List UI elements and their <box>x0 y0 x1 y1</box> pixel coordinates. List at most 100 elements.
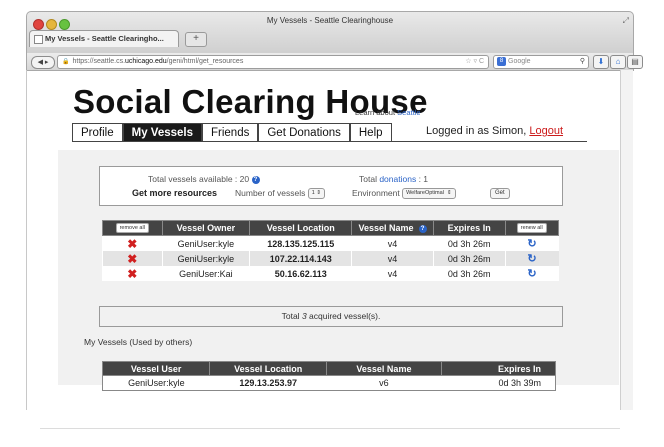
table-row: ✖ GeniUser:kyle 107.22.114.143 v4 0d 3h … <box>102 251 559 266</box>
google-icon[interactable]: 8 <box>497 57 506 66</box>
location-cell: 128.135.125.115 <box>249 235 352 251</box>
total-acquired: Total 3 acquired vessel(s). <box>99 306 563 327</box>
owner-header: Vessel Owner <box>161 220 251 236</box>
name-help-icon[interactable]: ? <box>418 224 427 233</box>
search-icon[interactable]: ⚲ <box>580 56 585 68</box>
expires-cell: 0d 3h 26m <box>432 266 505 281</box>
page-bottom-rule <box>40 428 620 429</box>
others-expires-header: Expires In <box>440 361 557 376</box>
user-header: Vessel User <box>101 361 211 376</box>
home-icon[interactable]: ⌂ <box>610 55 626 69</box>
remove-x-icon[interactable]: ✖ <box>127 237 137 251</box>
login-status: Logged in as Simon, Logout <box>426 125 563 137</box>
logout-link[interactable]: Logout <box>529 125 563 137</box>
owner-cell: GeniUser:kyle <box>161 235 250 251</box>
resource-summary: Total vessels available : 20 ? Total don… <box>99 166 563 206</box>
location-cell: 50.16.62.113 <box>249 266 352 281</box>
remove-cell: ✖ <box>102 251 163 266</box>
vessels-available: Total vessels available : 20 ? <box>148 174 260 184</box>
url-prefix: https://seattle.cs. <box>72 58 126 65</box>
new-tab-button[interactable]: + <box>185 32 207 47</box>
renew-cell: ↻ <box>504 251 559 266</box>
expires-header: Expires In <box>432 220 506 236</box>
remove-all-button[interactable]: remove all <box>115 223 149 234</box>
tab-friends[interactable]: Friends <box>202 123 259 142</box>
vessel-name-cell: v4 <box>351 266 434 281</box>
others-name-cell: v6 <box>379 378 389 388</box>
environment-select[interactable]: WelfareOptimal ⇕ <box>402 188 456 200</box>
scrollbar[interactable] <box>620 70 633 410</box>
tab-label: My Vessels - Seattle Clearingho... <box>45 34 164 43</box>
search-field[interactable]: 8 Google ⚲ <box>493 55 589 69</box>
url-path: /geni/html/get_resources <box>166 58 244 65</box>
total-prefix: Total <box>281 311 302 321</box>
total-donations: Total donations : 1 <box>359 174 428 184</box>
nav-divider <box>72 141 587 142</box>
remove-all-header: remove all <box>102 220 163 236</box>
renew-all-header: renew all <box>504 220 559 236</box>
download-icon[interactable]: ⬇ <box>593 55 609 69</box>
user-cell: GeniUser:kyle <box>128 378 185 388</box>
renew-icon[interactable]: ↻ <box>527 268 536 280</box>
others-location-header: Vessel Location <box>209 361 328 376</box>
navigation-toolbar: ◀ ▸ 🔒 https://seattle.cs.uchicago.edu/gen… <box>26 53 643 71</box>
owner-cell: GeniUser:kyle <box>161 251 250 266</box>
learn-about: Learn about Seattle <box>355 108 421 117</box>
renew-cell: ↻ <box>504 235 559 251</box>
url-host: uchicago.edu <box>125 58 167 65</box>
num-vessels-label: Number of vessels <box>235 188 306 198</box>
url-bar[interactable]: 🔒 https://seattle.cs.uchicago.edu/geni/ht… <box>57 55 489 69</box>
tab-help[interactable]: Help <box>349 123 392 142</box>
renew-all-button[interactable]: renew all <box>516 223 547 234</box>
renew-icon[interactable]: ↻ <box>527 238 536 250</box>
num-vessels-select[interactable]: 1 ⇕ <box>307 188 325 200</box>
expires-cell: 0d 3h 26m <box>432 235 505 251</box>
search-placeholder: Google <box>508 58 531 65</box>
remove-cell: ✖ <box>102 235 163 251</box>
others-location-cell: 129.13.253.97 <box>239 378 297 388</box>
get-more-resources-label: Get more resources <box>132 188 218 198</box>
tab-profile[interactable]: Profile <box>72 123 123 142</box>
environment: Environment WelfareOptimal ⇕ <box>352 188 456 200</box>
renew-icon[interactable]: ↻ <box>527 253 536 265</box>
browser-tab[interactable]: My Vessels - Seattle Clearingho... <box>29 30 179 47</box>
owner-cell: GeniUser:Kai <box>161 266 250 281</box>
vessel-name-cell: v4 <box>351 251 434 266</box>
vessel-name-cell: v4 <box>351 235 434 251</box>
favicon-icon <box>34 35 43 44</box>
window-left-border <box>26 70 27 410</box>
get-button[interactable]: Get <box>490 188 510 199</box>
others-section-title: My Vessels (Used by others) <box>84 337 193 347</box>
fullscreen-icon[interactable]: ⤢ <box>623 16 629 26</box>
tab-my-vessels[interactable]: My Vessels <box>122 123 202 142</box>
renew-cell: ↻ <box>504 266 559 281</box>
donations-link[interactable]: donations <box>379 174 416 184</box>
available-value: 20 <box>239 174 250 184</box>
main-nav: Profile My Vessels Friends Get Donations… <box>72 123 392 142</box>
remove-cell: ✖ <box>102 266 163 281</box>
remove-x-icon[interactable]: ✖ <box>127 252 137 266</box>
bookmark-star-icon[interactable]: ☆ ▿ C <box>465 56 484 68</box>
window-title: My Vessels - Seattle Clearinghouse <box>266 16 394 25</box>
logged-in-text: Logged in as Simon, <box>426 125 527 137</box>
name-header: Vessel Name ? <box>351 220 434 236</box>
number-of-vessels: Number of vessels 1 ⇕ <box>235 188 325 200</box>
vessels-table: remove all Vessel Owner Vessel Location … <box>102 220 559 281</box>
available-label: Total vessels available : <box>148 174 240 184</box>
others-table: Vessel User Vessel Location Vessel Name … <box>101 361 557 391</box>
location-cell: 107.22.114.143 <box>249 251 352 266</box>
window-titlebar: My Vessels - Seattle Clearinghouse ⤢ My … <box>26 11 634 54</box>
donations-value: : 1 <box>416 174 429 184</box>
help-question-icon[interactable]: ? <box>251 175 260 184</box>
environment-value: WelfareOptimal <box>406 190 444 197</box>
back-forward-button[interactable]: ◀ ▸ <box>31 56 55 69</box>
remove-x-icon[interactable]: ✖ <box>127 267 137 281</box>
tab-get-donations[interactable]: Get Donations <box>258 123 350 142</box>
name-header-label: Vessel Name <box>358 223 414 233</box>
menu-icon[interactable]: ▤ <box>627 55 643 69</box>
donations-label: Total <box>359 174 380 184</box>
table-row: ✖ GeniUser:kyle 128.135.125.115 v4 0d 3h… <box>102 235 559 251</box>
seattle-link[interactable]: Seattle <box>397 108 420 117</box>
expires-cell: 0d 3h 26m <box>432 251 505 266</box>
table-row: GeniUser:kyle 129.13.253.97 v6 0d 3h 39m <box>103 376 556 391</box>
